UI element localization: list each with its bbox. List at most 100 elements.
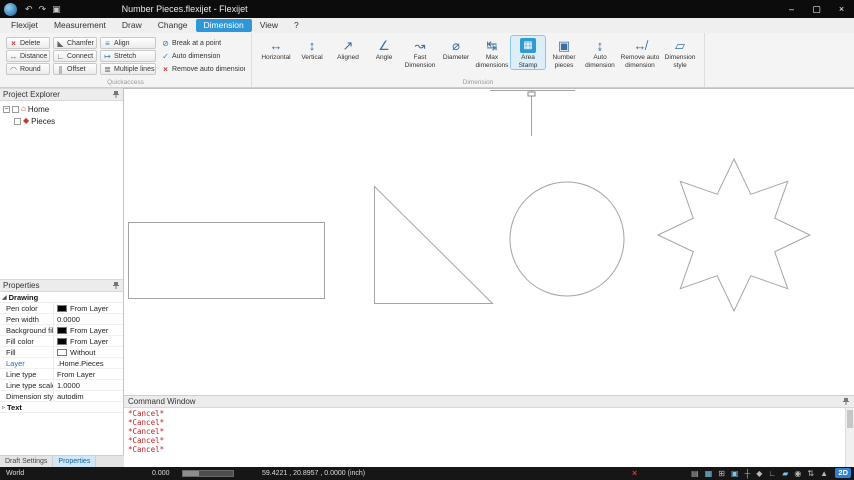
- offset-button[interactable]: ∥ Offset: [53, 63, 97, 75]
- grid-icon[interactable]: ▦: [705, 468, 713, 479]
- tree-item-home[interactable]: − ⌂ Home: [0, 103, 123, 115]
- titlebar: ↶ ↷ ▣ Number Pieces.flexijet - Flexijet …: [0, 0, 854, 18]
- section-expanded-icon: ◢: [2, 294, 7, 301]
- pin-icon[interactable]: [842, 397, 850, 406]
- layer-value[interactable]: .Home.Pieces: [54, 358, 123, 368]
- shape-rectangle: [128, 222, 325, 299]
- round-icon: ◠: [10, 64, 17, 74]
- redo-icon[interactable]: ↷: [39, 0, 47, 18]
- pen-width-value[interactable]: 0.0000: [54, 314, 123, 324]
- area-stamp-button[interactable]: ▦ Area Stamp: [510, 35, 546, 70]
- cancel-x-icon[interactable]: ×: [632, 468, 637, 478]
- close-button[interactable]: ×: [829, 0, 854, 18]
- max-dimensions-icon: ↹: [486, 38, 498, 53]
- distance-icon: ↔: [9, 51, 18, 61]
- slider-thumb[interactable]: [183, 471, 199, 476]
- chamfer-icon: ◣: [57, 38, 64, 48]
- command-window: Command Window *Cancel* *Cancel* *Cancel…: [124, 395, 854, 467]
- line-type-scale-value[interactable]: 1.0000: [54, 380, 123, 390]
- color-swatch: [57, 304, 67, 312]
- undo-icon[interactable]: ↶: [25, 0, 33, 18]
- number-pieces-button[interactable]: ▣ Number pieces: [547, 36, 581, 69]
- mode-2d-badge[interactable]: 2D: [835, 468, 851, 478]
- stretch-button[interactable]: ↦ Stretch: [100, 50, 156, 62]
- dimension-preview: [490, 90, 575, 136]
- color-swatch: [57, 348, 67, 356]
- scrollbar-thumb[interactable]: [847, 410, 853, 428]
- snap-icon[interactable]: ⊞: [718, 468, 725, 479]
- auto-dimension-check-icon: ✓: [162, 51, 169, 61]
- drawing-canvas[interactable]: [124, 88, 854, 395]
- status-field-value: 0.000: [152, 470, 170, 477]
- tab-view[interactable]: View: [252, 19, 286, 32]
- tab-dimension[interactable]: Dimension: [195, 19, 252, 32]
- pin-icon[interactable]: [112, 90, 120, 99]
- tab-change[interactable]: Change: [150, 19, 196, 32]
- tree-item-pieces[interactable]: ◆ Pieces: [0, 115, 123, 127]
- angle-dimension-button[interactable]: ∠ Angle: [367, 36, 401, 69]
- maximize-button[interactable]: ▢: [804, 0, 829, 18]
- tab-help[interactable]: ?: [286, 19, 307, 32]
- aligned-dimension-button[interactable]: ↗ Aligned: [331, 36, 365, 69]
- connect-button[interactable]: ∟ Connect: [53, 50, 97, 62]
- section-text[interactable]: ▹ Text: [0, 402, 123, 413]
- tab-draft-settings[interactable]: Draft Settings: [0, 456, 54, 467]
- distance-button[interactable]: ↔ Distance: [6, 50, 50, 62]
- home-checkbox[interactable]: [12, 105, 19, 113]
- remove-auto-dimension-check-icon: ×: [163, 64, 168, 74]
- section-drawing[interactable]: ◢ Drawing: [0, 292, 123, 303]
- dimension-style-value[interactable]: autodim: [54, 391, 123, 401]
- auto-dimension-toggle[interactable]: ✓ Auto dimension: [159, 50, 245, 62]
- align-button[interactable]: ≡ Align: [100, 37, 156, 49]
- tab-draw[interactable]: Draw: [114, 19, 150, 32]
- app-logo-icon[interactable]: [4, 2, 17, 16]
- pointer-icon[interactable]: ▲: [820, 468, 828, 479]
- collapse-icon[interactable]: −: [3, 105, 10, 113]
- command-scrollbar[interactable]: [845, 408, 854, 467]
- fill-color-value[interactable]: From Layer: [54, 336, 123, 346]
- track-icon[interactable]: ◉: [794, 468, 801, 479]
- max-dimensions-button[interactable]: ↹ Max dimensions: [475, 36, 509, 69]
- multiple-lines-button[interactable]: ≣ Multiple lines: [100, 63, 156, 75]
- osnap-icon[interactable]: ▣: [731, 468, 739, 479]
- auto-dimension-button[interactable]: ↨ Auto dimension: [583, 36, 617, 69]
- polar-icon[interactable]: ◆: [756, 468, 762, 479]
- background-fill-value[interactable]: From Layer: [54, 325, 123, 335]
- fill-icon[interactable]: ▰: [782, 468, 788, 479]
- tab-properties[interactable]: Properties: [53, 456, 97, 467]
- property-row-line-type: Line type From Layer: [0, 369, 123, 380]
- qa-label: Distance: [20, 52, 48, 60]
- coordinate-system-selector[interactable]: World: [6, 470, 24, 477]
- minimize-button[interactable]: –: [779, 0, 804, 18]
- diameter-dimension-button[interactable]: ⌀ Diameter: [439, 36, 473, 69]
- pieces-checkbox[interactable]: [14, 117, 21, 125]
- delete-button[interactable]: × Delete: [6, 37, 50, 49]
- chamfer-button[interactable]: ◣ Chamfer: [53, 37, 97, 49]
- round-button[interactable]: ◠ Round: [6, 63, 50, 75]
- fast-dimension-button[interactable]: ↝ Fast Dimension: [403, 36, 437, 69]
- quickaccess-group: × Delete ↔ Distance ◠ Round ◣ Chamfer ∟ Conne…: [0, 33, 252, 87]
- line-type-value[interactable]: From Layer: [54, 369, 123, 379]
- dimension-style-button[interactable]: ▱ Dimension style: [663, 36, 697, 69]
- command-output[interactable]: *Cancel* *Cancel* *Cancel* *Cancel* *Can…: [124, 408, 845, 467]
- remove-auto-dimension-toggle[interactable]: × Remove auto dimension: [159, 63, 245, 75]
- crosshair-icon[interactable]: ┼: [745, 468, 751, 479]
- remove-auto-dimension-button[interactable]: ↮ Remove auto dimension: [619, 36, 661, 69]
- tab-flexijet[interactable]: Flexijet: [3, 19, 46, 32]
- pin-icon[interactable]: [112, 281, 120, 290]
- ortho-icon[interactable]: ∟: [768, 468, 776, 479]
- pen-color-value[interactable]: From Layer: [54, 303, 123, 313]
- layers-icon[interactable]: ▤: [691, 468, 699, 479]
- break-at-a-point-toggle[interactable]: ⊘ Break at a point: [159, 37, 245, 49]
- save-icon[interactable]: ▣: [52, 0, 61, 18]
- tab-measurement[interactable]: Measurement: [46, 19, 114, 32]
- section-collapsed-icon: ▹: [2, 404, 6, 411]
- swap-icon[interactable]: ⇅: [807, 468, 814, 479]
- horizontal-dimension-button[interactable]: ↔ Horizontal: [259, 36, 293, 69]
- qa-label: Break at a point: [172, 39, 222, 47]
- fill-value[interactable]: Without: [54, 347, 123, 357]
- dimension-style-icon: ▱: [675, 38, 685, 53]
- status-slider[interactable]: [182, 470, 234, 477]
- vertical-dimension-button[interactable]: ↕ Vertical: [295, 36, 329, 69]
- ribbon: × Delete ↔ Distance ◠ Round ◣ Chamfer ∟ Conne…: [0, 33, 854, 88]
